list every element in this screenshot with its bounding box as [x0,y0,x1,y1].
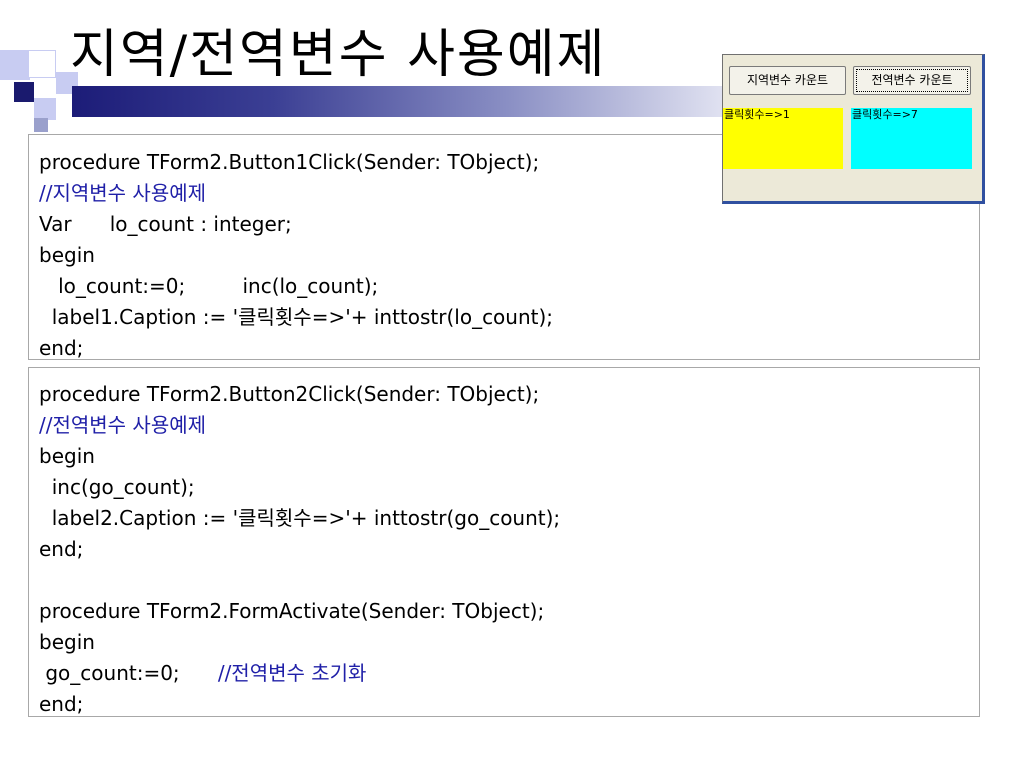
global-count-button[interactable]: 전역변수 카운트 [853,66,971,95]
code-line: label2.Caption := '클릭횟수=>'+ inttostr(go_… [39,506,561,530]
code-comment-line: //전역변수 사용예제 [39,413,207,437]
code-inline-comment: //전역변수 초기화 [217,661,367,685]
code-line: begin [39,630,95,654]
code-line: procedure TForm2.Button2Click(Sender: TO… [39,382,540,406]
code-line: end; [39,537,84,561]
code-line: end; [39,336,84,360]
code-line: end; [39,692,84,716]
label1-local-count: 클릭횟수=>1 [723,108,843,169]
code-line: go_count:=0; //전역변수 초기화 [39,658,969,689]
local-count-button[interactable]: 지역변수 카운트 [729,66,846,95]
code-text: go_count:=0; [39,661,218,685]
code-line: procedure TForm2.FormActivate(Sender: TO… [39,599,545,623]
slide-title: 지역/전역변수 사용예제 [70,25,607,85]
code-line: begin [39,444,95,468]
code-line: begin [39,243,95,267]
decor-square [34,118,48,132]
code-line: lo_count:=0; inc(lo_count); [39,274,379,298]
code-line: inc(go_count); [39,475,195,499]
code-line: label1.Caption := '클릭횟수=>'+ inttostr(lo_… [39,305,554,329]
title-gradient-bar [72,86,742,117]
decor-square [14,82,34,102]
code-block-2: procedure TForm2.Button2Click(Sender: TO… [28,367,980,717]
decor-square [34,98,56,120]
code-line: Var lo_count : integer; [39,212,292,236]
app-window-screenshot: 지역변수 카운트 전역변수 카운트 클릭횟수=>1 클릭횟수=>7 [722,54,985,204]
decor-square [28,50,56,78]
decor-square [0,50,30,80]
label2-global-count: 클릭횟수=>7 [851,108,972,169]
